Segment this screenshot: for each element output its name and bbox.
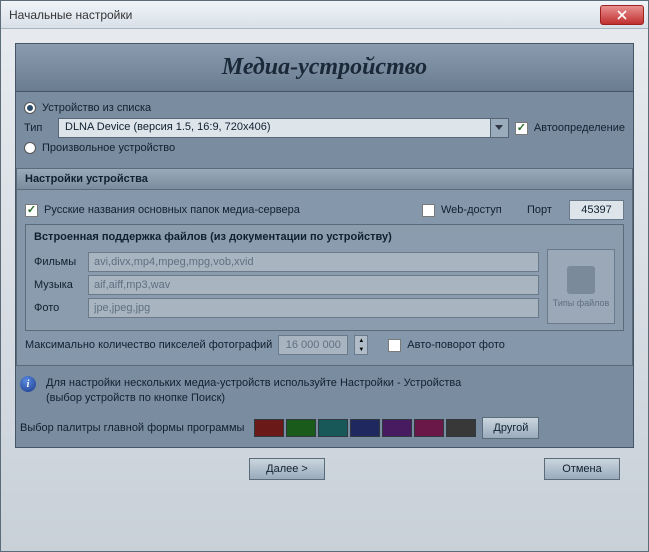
device-settings-group: Настройки устройства Русские названия ос… [16, 168, 633, 366]
palette-swatch-0[interactable] [254, 419, 284, 437]
next-button[interactable]: Далее > [249, 458, 325, 480]
panel-title: Медиа-устройство [222, 54, 427, 80]
russian-folders-label: Русские названия основных папок медиа-се… [44, 204, 416, 216]
palette-label: Выбор палитры главной формы программы [20, 422, 244, 434]
port-label: Порт [527, 204, 563, 216]
device-type-value: DLNA Device (версия 1.5, 16:9, 720x406) [59, 119, 490, 137]
type-label: Тип [24, 122, 52, 134]
photo-label: Фото [34, 302, 82, 314]
window-title: Начальные настройки [5, 8, 600, 22]
device-settings-header: Настройки устройства [17, 169, 632, 190]
close-button[interactable] [600, 5, 644, 25]
info-text: Для настройки нескольких медиа-устройств… [46, 376, 461, 407]
footer: Далее > Отмена [15, 448, 634, 490]
palette-swatch-1[interactable] [286, 419, 316, 437]
builtin-support-group: Встроенная поддержка файлов (из документ… [25, 224, 624, 331]
content-area: Медиа-устройство Устройство из списка Ти… [1, 29, 648, 504]
titlebar: Начальные настройки [1, 1, 648, 29]
photo-input [88, 298, 539, 318]
info-row: i Для настройки нескольких медиа-устройс… [20, 376, 629, 407]
file-types-button[interactable]: Типы файлов [547, 249, 615, 324]
max-pixels-input [278, 335, 348, 355]
palette-swatch-2[interactable] [318, 419, 348, 437]
russian-folders-checkbox[interactable] [25, 204, 38, 217]
radio-device-from-list-label: Устройство из списка [42, 102, 151, 114]
web-access-label: Web-доступ [441, 204, 521, 216]
device-source-section: Устройство из списка Тип DLNA Device (ве… [16, 92, 633, 164]
close-icon [617, 10, 627, 20]
cancel-button[interactable]: Отмена [544, 458, 620, 480]
spinner-down[interactable]: ▼ [355, 345, 367, 354]
movies-label: Фильмы [34, 256, 82, 268]
palette-row: Выбор палитры главной формы программы Др… [20, 417, 629, 439]
info-icon: i [20, 376, 36, 392]
auto-rotate-label: Авто-поворот фото [407, 339, 505, 351]
max-pixels-label: Максимально количество пикселей фотограф… [25, 339, 272, 351]
palette-swatch-3[interactable] [350, 419, 380, 437]
spinner-up[interactable]: ▲ [355, 336, 367, 345]
builtin-support-title: Встроенная поддержка файлов (из документ… [34, 231, 615, 243]
palette-swatch-4[interactable] [382, 419, 412, 437]
radio-custom-device-label: Произвольное устройство [42, 142, 175, 154]
web-access-checkbox[interactable] [422, 204, 435, 217]
auto-rotate-checkbox[interactable] [388, 339, 401, 352]
palette-swatches [254, 419, 476, 437]
chevron-down-icon[interactable] [490, 119, 508, 137]
port-input[interactable] [569, 200, 624, 220]
other-color-button[interactable]: Другой [482, 417, 539, 439]
auto-detect-label: Автоопределение [534, 122, 625, 134]
palette-swatch-5[interactable] [414, 419, 444, 437]
radio-custom-device[interactable] [24, 142, 36, 154]
file-types-icon [567, 266, 595, 294]
music-input [88, 275, 539, 295]
max-pixels-spinner[interactable]: ▲ ▼ [354, 335, 368, 355]
radio-device-from-list[interactable] [24, 102, 36, 114]
file-types-label: Типы файлов [553, 298, 610, 308]
panel-header: Медиа-устройство [16, 44, 633, 92]
device-type-select[interactable]: DLNA Device (версия 1.5, 16:9, 720x406) [58, 118, 509, 138]
music-label: Музыка [34, 279, 82, 291]
main-panel: Медиа-устройство Устройство из списка Ти… [15, 43, 634, 448]
auto-detect-checkbox[interactable] [515, 122, 528, 135]
window: Начальные настройки Медиа-устройство Уст… [0, 0, 649, 552]
palette-swatch-6[interactable] [446, 419, 476, 437]
movies-input [88, 252, 539, 272]
